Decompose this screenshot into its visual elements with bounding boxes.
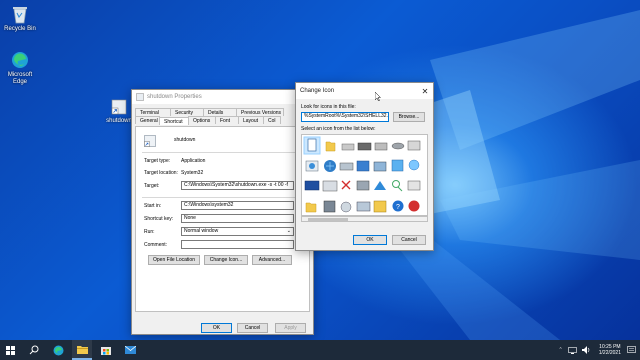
scrollbar-thumb[interactable] [308,218,348,221]
cursor-icon [375,92,381,101]
tab-options[interactable]: Options [188,116,216,124]
shortcut-key-input[interactable]: None [181,214,294,223]
comment-label: Comment: [144,242,168,248]
divider [142,197,304,198]
properties-ok-button[interactable]: OK [201,323,232,333]
select-icon-label: Select an icon from the list below: [301,126,376,132]
shortcut-icon [136,93,144,101]
target-label: Target: [144,183,160,189]
desktop-icon-label: Microsoft Edge [7,72,33,85]
tab-colors[interactable]: Col [263,116,281,124]
system-tray: ⌃ 10:25 PM 1/22/2021 [559,340,640,360]
run-label: Run: [144,229,155,235]
start-button[interactable] [0,340,20,360]
taskbar-mail[interactable] [120,340,140,360]
start-icon [5,345,15,355]
properties-dialog: shutdown Properties Terminal Security De… [131,89,314,335]
properties-cancel-button[interactable]: Cancel [237,323,268,333]
run-select-value: Normal window [184,228,219,234]
properties-titlebar[interactable]: shutdown Properties [132,90,313,104]
change-icon-dialog: Change Icon ✕ Look for icons in this fil… [295,82,434,251]
tab-details[interactable]: Details [203,108,237,116]
taskbar: ⌃ 10:25 PM 1/22/2021 [0,340,640,360]
network-icon[interactable] [567,346,577,354]
shortcut-name: shutdown [174,137,196,143]
clock-date: 1/22/2021 [598,350,621,356]
tab-previous-versions[interactable]: Previous Versions [236,108,284,116]
search-button[interactable] [24,340,44,360]
edge-icon [53,345,63,355]
chevron-up-icon[interactable]: ⌃ [559,347,563,353]
icon-file-input[interactable]: %SystemRoot%\System32\SHELL32.dll [301,112,389,122]
tab-general[interactable]: General [135,116,160,124]
recycle-bin-icon [13,7,27,24]
divider [142,152,304,153]
desktop-icon-shutdown[interactable]: shutdown [104,98,134,125]
clock[interactable]: 10:25 PM 1/22/2021 [599,344,621,356]
target-input[interactable]: C:\Windows\System32\shutdown.exe -s -t 0… [181,181,294,190]
tab-font[interactable]: Font [215,116,239,124]
tab-security[interactable]: Security [170,108,204,116]
taskbar-file-explorer[interactable] [72,340,92,360]
run-select[interactable]: Normal window ⌄ [181,227,294,236]
target-type-value: Application [181,158,206,164]
change-icon-ok-button[interactable]: OK [353,235,387,245]
icon-list[interactable]: ? [301,134,428,216]
store-icon [101,347,111,355]
close-icon[interactable]: ✕ [417,84,433,98]
target-location-value: System32 [181,170,204,176]
tab-layout[interactable]: Layout [238,116,264,124]
open-file-location-button[interactable]: Open File Location [148,255,200,265]
tab-row-2: General Shortcut Options Font Layout Col [132,116,313,125]
taskbar-store[interactable] [96,340,116,360]
start-in-input[interactable]: C:\Windows\system32 [181,201,294,210]
svg-text:?: ? [396,204,400,211]
look-for-label: Look for icons in this file: [301,104,356,110]
shortcut-key-label: Shortcut key: [144,216,174,222]
shortcut-panel: shutdown Target type: Application Target… [135,126,310,312]
desktop-icon-label: Recycle Bin [4,26,36,32]
properties-apply-button[interactable]: Apply [275,323,306,333]
icon-list-scrollbar[interactable] [301,216,428,222]
change-icon-title: Change Icon [300,88,335,94]
target-type-label: Target type: [144,158,171,164]
chevron-down-icon: ⌄ [286,228,291,234]
change-icon-cancel-button[interactable]: Cancel [392,235,426,245]
properties-title: shutdown Properties [147,94,202,100]
desktop-icon-label: shutdown [106,118,132,124]
icon-grid: ? [303,136,421,213]
tab-row-1: Terminal Security Details Previous Versi… [132,104,313,116]
target-location-label: Target location: [144,170,178,176]
shortcut-icon [111,99,127,115]
change-icon-titlebar[interactable]: Change Icon ✕ [296,83,433,99]
notification-icon[interactable] [627,346,636,354]
desktop-icon-edge[interactable]: Microsoft Edge [0,50,40,86]
advanced-button[interactable]: Advanced... [252,255,292,265]
volume-icon[interactable] [581,346,591,354]
start-in-label: Start in: [144,203,162,209]
browse-button[interactable]: Browse... [393,112,425,122]
shortcut-file-icon [144,135,156,147]
change-icon-button[interactable]: Change Icon... [204,255,248,265]
desktop-icon-recycle-bin[interactable]: Recycle Bin [0,4,40,33]
mail-icon [124,346,136,354]
tab-shortcut[interactable]: Shortcut [159,117,189,125]
tab-terminal[interactable]: Terminal [135,108,171,116]
file-explorer-icon [76,345,88,354]
search-icon [29,345,39,355]
edge-icon [12,52,28,68]
comment-input[interactable] [181,240,294,249]
taskbar-edge[interactable] [48,340,68,360]
